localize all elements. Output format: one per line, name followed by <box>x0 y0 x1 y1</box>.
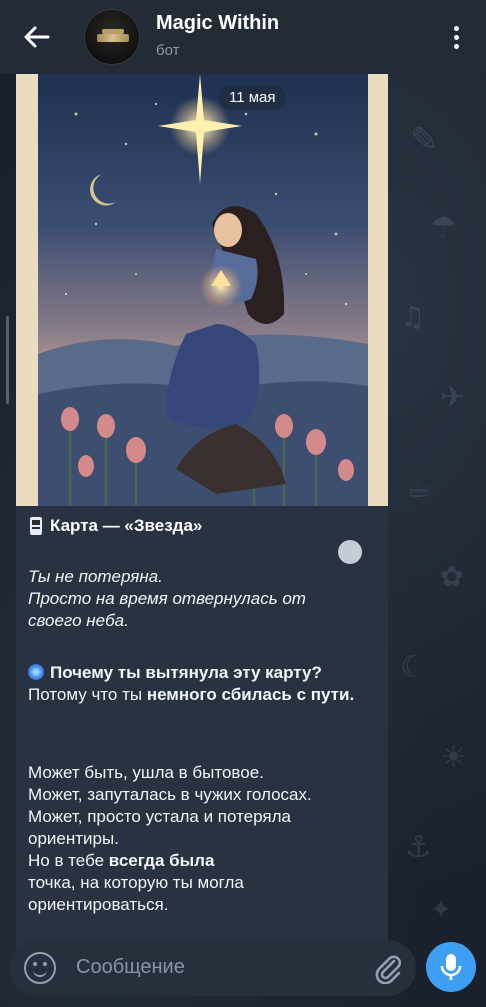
cyclone-icon <box>28 664 44 680</box>
loading-indicator <box>338 540 362 564</box>
intro-text: Ты не потеряна. Просто на время отвернул… <box>28 566 384 632</box>
arrow-left-icon <box>24 26 50 48</box>
question-text: Почему ты вытянула эту карту? <box>50 663 322 682</box>
closing-bold-text: всегда была <box>108 851 215 870</box>
paragraph-line: Может, просто устала и потеряла <box>28 807 291 826</box>
doodle-icon: ✎ <box>410 120 439 160</box>
tarot-card-image[interactable]: 11 мая <box>16 74 388 506</box>
closing-line: точка, на которую ты могла <box>28 873 244 892</box>
doodle-icon: ♫ <box>400 300 426 333</box>
microphone-icon <box>440 954 462 980</box>
card-title-text: Карта — «Звезда» <box>50 516 203 535</box>
doodle-icon: ⚓ <box>405 830 432 865</box>
avatar[interactable] <box>84 9 140 65</box>
message-bubble[interactable]: 11 мая Карта — «Звезда» Ты не потеряна. … <box>16 74 388 954</box>
doodle-icon: ✿ <box>440 560 464 593</box>
paragraph-line: Может, запуталась в чужих голосах. <box>28 785 312 804</box>
smile-icon[interactable] <box>24 952 56 984</box>
intro-line: Просто на время отвернулась от <box>28 589 306 608</box>
closing-line: ориентироваться. <box>28 895 169 914</box>
star-card-illustration <box>16 74 388 506</box>
doodle-icon: ☀ <box>440 740 467 775</box>
intro-line: Ты не потеряна. <box>28 567 163 586</box>
message-input[interactable]: Сообщение <box>76 956 185 979</box>
paragraph-line: Может быть, ушла в бытовое. <box>28 763 264 782</box>
answer-bold-text: немного сбилась с пути. <box>146 685 355 704</box>
doodle-icon: ✈ <box>440 380 466 415</box>
question-block: Почему ты вытянула эту карту? Потому что… <box>28 662 384 706</box>
back-button[interactable] <box>18 20 56 54</box>
more-vertical-icon <box>453 25 459 31</box>
paperclip-icon <box>375 955 401 985</box>
message-input-bar[interactable]: Сообщение <box>10 940 416 996</box>
microphone-button[interactable] <box>426 942 476 992</box>
doodle-icon: ✦ <box>430 895 452 925</box>
card-title: Карта — «Звезда» <box>30 516 202 536</box>
closing-text: Но в тебе <box>28 851 109 870</box>
doodle-icon: ☂ <box>430 210 457 245</box>
chat-header: Magic Within бот <box>0 0 486 74</box>
intro-line: своего неба. <box>28 611 129 630</box>
doodle-icon: ☕ <box>405 470 432 505</box>
paragraph-block: Может быть, ушла в бытовое. Может, запут… <box>28 762 384 916</box>
chat-subtitle: бот <box>156 42 180 59</box>
card-icon <box>30 517 42 535</box>
attach-button[interactable] <box>372 952 404 985</box>
more-menu-button[interactable] <box>446 20 466 54</box>
paragraph-line: ориентиры. <box>28 829 119 848</box>
scroll-indicator[interactable] <box>6 316 9 404</box>
date-label: 11 мая <box>219 86 286 110</box>
chat-title[interactable]: Magic Within <box>156 12 279 35</box>
doodle-icon: ☾ <box>400 650 427 685</box>
answer-text: Потому что ты <box>28 685 147 704</box>
